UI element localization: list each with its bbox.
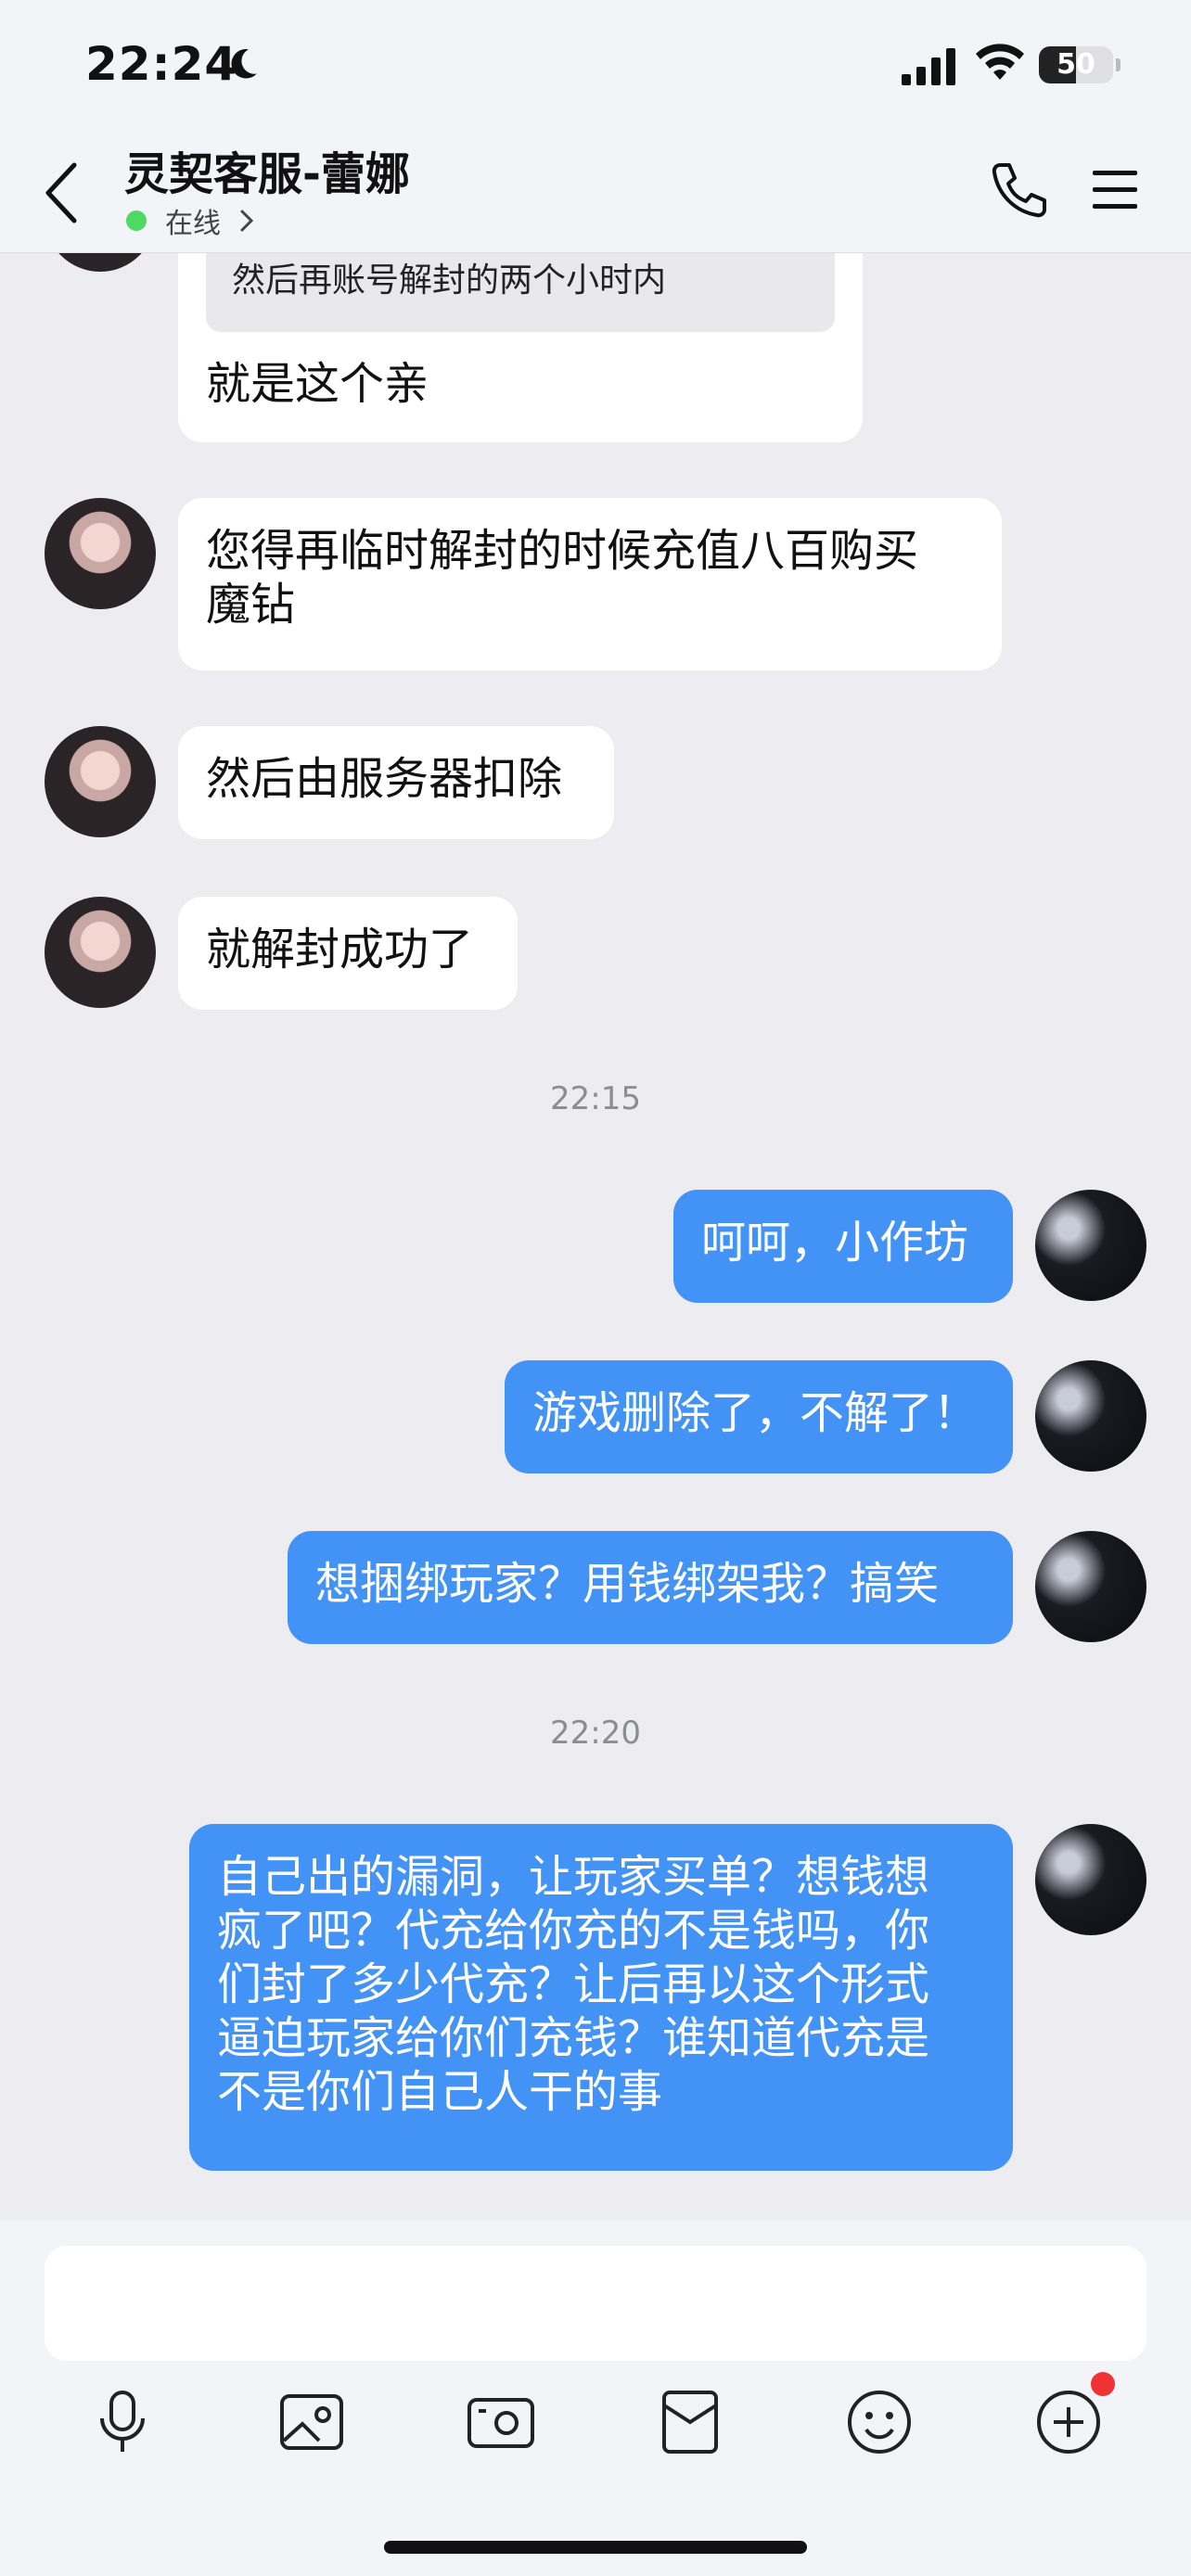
more-button[interactable] xyxy=(1031,2385,1106,2459)
message-text: 呵呵，小作坊 xyxy=(701,1217,969,1269)
status-time: 22:24 xyxy=(85,37,238,91)
image-icon xyxy=(280,2394,343,2450)
signal-icon xyxy=(902,48,955,85)
message-text: 就是这个亲 xyxy=(206,358,429,410)
message-bubble-user[interactable]: 呵呵，小作坊 xyxy=(673,1190,1013,1303)
agent-avatar[interactable] xyxy=(45,726,156,837)
agent-avatar[interactable] xyxy=(45,253,156,272)
online-dot xyxy=(126,210,147,231)
moon-icon xyxy=(231,49,257,79)
message-line: 您得再临时解封的时候充值八百购买 xyxy=(206,525,919,577)
back-arrow-icon[interactable] xyxy=(35,158,91,228)
message-text: 想捆绑玩家？用钱绑架我？搞笑 xyxy=(315,1558,940,1610)
message-line: 魔钻 xyxy=(206,579,296,631)
quoted-message: 然后再账号解封的两个小时内 xyxy=(206,253,835,332)
emoji-icon xyxy=(848,2391,911,2454)
status-bar: 22:24 50 xyxy=(0,0,1191,130)
home-indicator[interactable] xyxy=(384,2541,807,2554)
online-status[interactable]: 在线 xyxy=(126,202,256,240)
red-packet-button[interactable] xyxy=(653,2385,727,2459)
message-timestamp: 22:15 xyxy=(550,1080,641,1117)
message-list[interactable]: 然后再账号解封的两个小时内 就是这个亲 您得再临时解封的时候充值八百购买 魔钻 … xyxy=(0,253,1191,2219)
message-line: 不是你们自己人干的事 xyxy=(217,2066,663,2118)
agent-avatar[interactable] xyxy=(45,498,156,609)
user-avatar[interactable] xyxy=(1035,1824,1146,1935)
menu-icon[interactable] xyxy=(1089,161,1141,217)
chevron-right-icon xyxy=(240,210,254,232)
agent-avatar[interactable] xyxy=(45,897,156,1008)
battery-level: 50 xyxy=(1057,48,1095,81)
message-line: 们封了多少代充？让后再以这个形式 xyxy=(217,1958,930,2010)
microphone-icon xyxy=(100,2391,145,2452)
user-avatar[interactable] xyxy=(1035,1190,1146,1301)
image-button[interactable] xyxy=(275,2385,349,2459)
message-bubble-agent[interactable]: 就解封成功了 xyxy=(178,897,518,1010)
online-label: 在线 xyxy=(165,208,221,240)
wifi-icon xyxy=(976,44,1024,80)
composer xyxy=(0,2220,1191,2576)
message-bubble-agent[interactable]: 您得再临时解封的时候充值八百购买 魔钻 xyxy=(178,498,1002,670)
message-text: 然后由服务器扣除 xyxy=(206,753,563,805)
message-timestamp: 22:20 xyxy=(550,1715,641,1752)
camera-button[interactable] xyxy=(464,2385,538,2459)
chat-title[interactable]: 灵契客服-蕾娜 xyxy=(124,137,410,202)
user-avatar[interactable] xyxy=(1035,1360,1146,1472)
chat-header: 灵契客服-蕾娜 在线 xyxy=(0,130,1191,253)
user-avatar[interactable] xyxy=(1035,1531,1146,1642)
message-text: 游戏删除了，不解了！ xyxy=(532,1387,979,1439)
message-bubble-user[interactable]: 游戏删除了，不解了！ xyxy=(505,1360,1013,1473)
plus-icon xyxy=(1037,2391,1100,2454)
battery-indicator: 50 xyxy=(1039,46,1121,83)
red-packet-icon xyxy=(662,2391,718,2454)
message-bubble-user[interactable]: 想捆绑玩家？用钱绑架我？搞笑 xyxy=(288,1531,1013,1644)
microphone-button[interactable] xyxy=(85,2385,160,2459)
message-bubble-agent[interactable]: 然后由服务器扣除 xyxy=(178,726,614,839)
message-bubble-user[interactable]: 自己出的漏洞，让玩家买单？想钱想 疯了吧？代充给你充的不是钱吗，你 们封了多少代… xyxy=(189,1824,1013,2171)
message-line: 疯了吧？代充给你充的不是钱吗，你 xyxy=(217,1905,930,1957)
notification-badge xyxy=(1091,2372,1115,2396)
message-input[interactable] xyxy=(45,2246,1146,2361)
emoji-button[interactable] xyxy=(842,2385,916,2459)
message-line: 自己出的漏洞，让玩家买单？想钱想 xyxy=(217,1851,930,1903)
message-text: 就解封成功了 xyxy=(206,924,474,976)
camera-icon xyxy=(467,2398,534,2448)
phone-call-icon[interactable] xyxy=(987,158,1052,223)
message-line: 逼迫玩家给你们充钱？谁知道代充是 xyxy=(217,2012,930,2064)
